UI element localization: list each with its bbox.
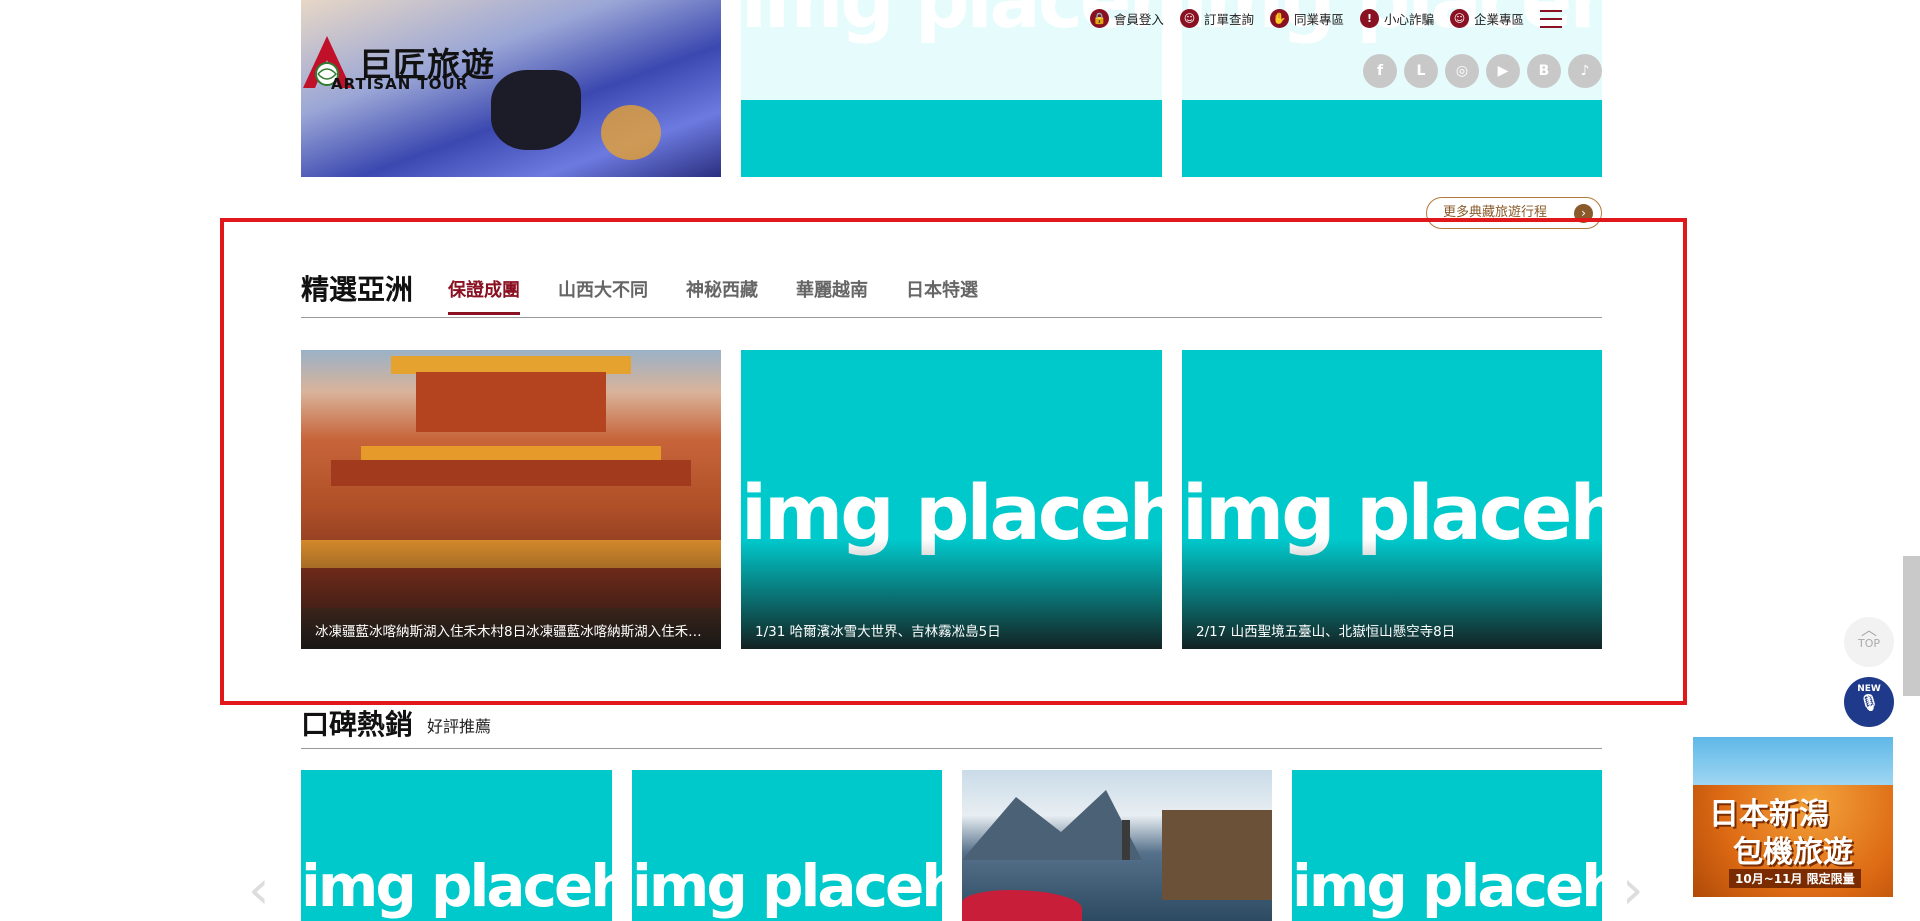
page: img placeholder img placeholder 巨匠旅遊 ART… bbox=[0, 0, 1920, 921]
more-tours-label: 更多典藏旅遊行程 bbox=[1443, 205, 1548, 220]
top-label: TOP bbox=[1857, 637, 1880, 650]
tab-japan[interactable]: 日本特選 bbox=[906, 276, 978, 313]
promo-sky bbox=[1693, 737, 1893, 785]
scrollbar-thumb[interactable] bbox=[1903, 556, 1920, 696]
tab-guaranteed[interactable]: 保證成團 bbox=[448, 276, 520, 315]
building-icon: ☺ bbox=[1449, 9, 1469, 28]
blog-icon[interactable]: B bbox=[1527, 54, 1561, 88]
arrow-right-icon: › bbox=[1574, 204, 1593, 223]
word-of-mouth-subtitle: 好評推薦 bbox=[427, 717, 492, 736]
menu-icon[interactable] bbox=[1540, 9, 1562, 28]
tab-shanxi[interactable]: 山西大不同 bbox=[558, 276, 648, 313]
person-icon: ☺ bbox=[1179, 9, 1199, 28]
img-placeholder-text: img placeholder bbox=[632, 852, 942, 920]
logo-en: ARTISAN TOUR bbox=[331, 75, 469, 93]
nav-member-login[interactable]: 🔒 會員登入 bbox=[1089, 9, 1164, 28]
instagram-icon[interactable]: ◎ bbox=[1445, 54, 1479, 88]
handshake-icon: ✋ bbox=[1269, 9, 1289, 28]
section-divider bbox=[301, 317, 1602, 318]
carousel-prev-icon[interactable]: ‹ bbox=[248, 858, 270, 921]
nav-label: 小心詐騙 bbox=[1383, 12, 1434, 27]
nav-label: 同業專區 bbox=[1293, 12, 1344, 27]
word-of-mouth-title: 口碑熱銷 bbox=[301, 708, 414, 741]
img-placeholder-text: img placeholder bbox=[1292, 852, 1602, 920]
youtube-icon[interactable]: ▶ bbox=[1486, 54, 1520, 88]
tour-card-2[interactable]: img placeholder 1/31 哈爾濱冰雪大世界、吉林霧凇島5日 bbox=[741, 350, 1162, 649]
line-icon[interactable]: L bbox=[1404, 54, 1438, 88]
tour-card-1[interactable]: 冰凍疆藍冰喀納斯湖入住禾木村8日冰凍疆藍冰喀納斯湖入住禾木村8日 bbox=[301, 350, 721, 649]
nav-label: 訂單查詢 bbox=[1203, 12, 1254, 27]
tab-vietnam[interactable]: 華麗越南 bbox=[796, 276, 868, 313]
more-tours-button[interactable]: 更多典藏旅遊行程 › bbox=[1426, 197, 1602, 229]
microphone-icon[interactable]: ♪ bbox=[1568, 54, 1602, 88]
social-links: f L ◎ ▶ B ♪ bbox=[1363, 54, 1602, 88]
nav-fraud-warning[interactable]: ! 小心詐騙 bbox=[1359, 9, 1434, 28]
top-nav: 🔒 會員登入 ☺ 訂單查詢 ✋ 同業專區 ! 小心詐騙 ☺ 企業專區 bbox=[1089, 9, 1562, 28]
hot-card-3[interactable] bbox=[962, 770, 1272, 921]
tour-caption: 冰凍疆藍冰喀納斯湖入住禾木村8日冰凍疆藍冰喀納斯湖入住禾木村8日 bbox=[315, 624, 707, 640]
hot-card-2[interactable]: img placeholder bbox=[632, 770, 942, 921]
promo-line-2: 包機旅遊 bbox=[1733, 835, 1853, 870]
lock-icon: 🔒 bbox=[1089, 9, 1109, 28]
nav-enterprise-zone[interactable]: ☺ 企業專區 bbox=[1449, 9, 1524, 28]
voice-new-button[interactable]: NEW 🎙 bbox=[1844, 677, 1894, 727]
tour-caption: 2/17 山西聖境五臺山、北嶽恒山懸空寺8日 bbox=[1196, 624, 1456, 640]
nav-label: 會員登入 bbox=[1113, 12, 1164, 27]
nav-agency-zone[interactable]: ✋ 同業專區 bbox=[1269, 9, 1344, 28]
chevron-up-icon: ︿ bbox=[1860, 620, 1877, 639]
section-divider bbox=[301, 748, 1602, 749]
warning-icon: ! bbox=[1359, 9, 1379, 28]
hot-card-1[interactable]: img placeholder bbox=[301, 770, 612, 921]
section-title: 精選亞洲 bbox=[301, 273, 414, 306]
microphone-icon: 🎙 bbox=[1858, 693, 1880, 712]
hot-card-4[interactable]: img placeholder bbox=[1292, 770, 1602, 921]
tab-tibet[interactable]: 神秘西藏 bbox=[686, 276, 758, 313]
nav-order-query[interactable]: ☺ 訂單查詢 bbox=[1179, 9, 1254, 28]
img-placeholder-text: img placeholder bbox=[301, 852, 612, 920]
logo[interactable]: 巨匠旅遊 ARTISAN TOUR bbox=[301, 34, 517, 94]
promo-banner[interactable]: 日本新潟 包機旅遊 10月~11月 限定限量 bbox=[1693, 737, 1893, 897]
tour-caption: 1/31 哈爾濱冰雪大世界、吉林霧凇島5日 bbox=[755, 624, 1001, 640]
tour-card-3[interactable]: img placeholder 2/17 山西聖境五臺山、北嶽恒山懸空寺8日 bbox=[1182, 350, 1602, 649]
carousel-next-icon[interactable]: › bbox=[1622, 858, 1644, 921]
facebook-icon[interactable]: f bbox=[1363, 54, 1397, 88]
section-tabs: 保證成團 山西大不同 神秘西藏 華麗越南 日本特選 bbox=[448, 276, 978, 315]
promo-line-3: 10月~11月 限定限量 bbox=[1729, 869, 1861, 888]
nav-label: 企業專區 bbox=[1473, 12, 1524, 27]
back-to-top-button[interactable]: ︿ TOP bbox=[1844, 617, 1894, 667]
